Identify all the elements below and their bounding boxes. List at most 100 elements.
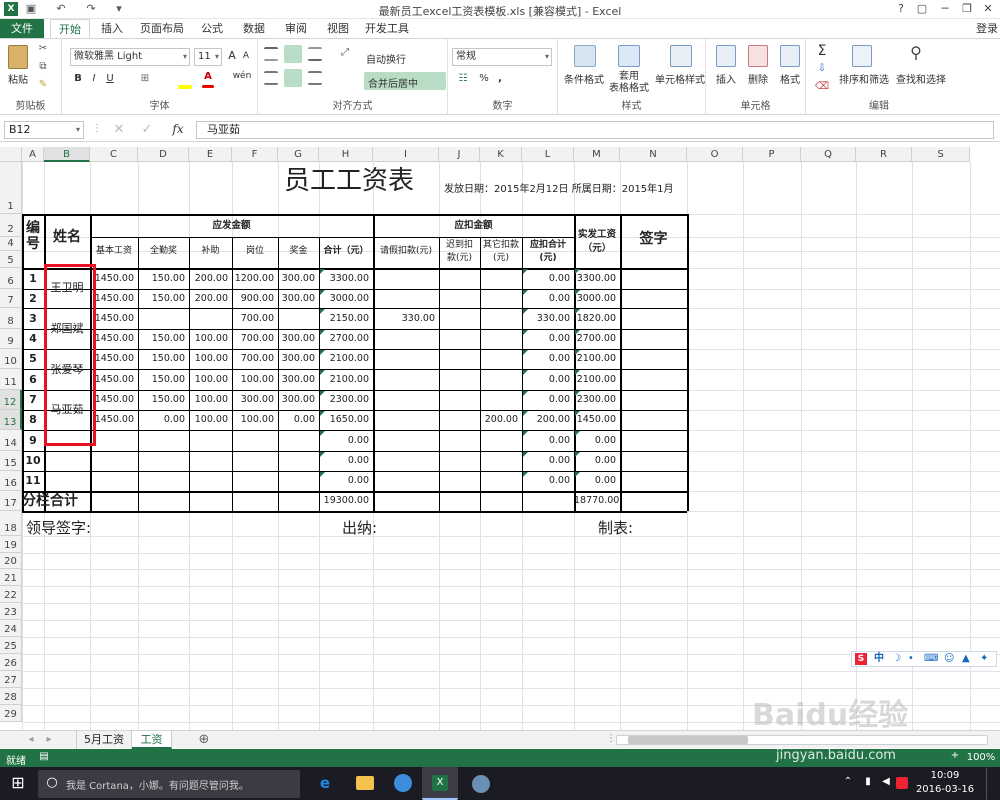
column-header-j[interactable]: J: [439, 147, 480, 162]
top-align-icon[interactable]: [264, 47, 278, 61]
cell-actual[interactable]: 3000.00: [574, 289, 620, 308]
tab-insert[interactable]: 插入: [94, 19, 130, 39]
cell-late[interactable]: [439, 268, 480, 289]
conditional-format-button[interactable]: 条件格式: [560, 71, 608, 86]
cell-full[interactable]: [138, 451, 189, 471]
cell-sub[interactable]: 100.00: [189, 329, 232, 349]
cell-base[interactable]: 1450.00: [90, 369, 138, 390]
windows-start-icon[interactable]: ⊞: [8, 773, 28, 792]
cell-bonus[interactable]: [278, 308, 319, 329]
align-center-icon[interactable]: [284, 69, 302, 87]
cell-post[interactable]: 900.00: [232, 289, 278, 308]
cell-full[interactable]: [138, 471, 189, 491]
cell-post[interactable]: 700.00: [232, 349, 278, 369]
cell-other[interactable]: [480, 349, 522, 369]
cell-actual[interactable]: 1820.00: [574, 308, 620, 329]
row-header-21[interactable]: 21: [0, 569, 22, 586]
tab-review[interactable]: 审阅: [278, 19, 314, 39]
row-header-19[interactable]: 19: [0, 536, 22, 553]
cell-full[interactable]: [138, 308, 189, 329]
row-header-15[interactable]: 15: [0, 451, 22, 471]
bottom-align-icon[interactable]: [308, 47, 322, 61]
cell-bonus[interactable]: 300.00: [278, 268, 319, 289]
cell-post[interactable]: [232, 451, 278, 471]
border-icon[interactable]: ⊞: [138, 73, 152, 84]
cell-other[interactable]: [480, 471, 522, 491]
file-explorer-icon[interactable]: [356, 776, 374, 790]
format-as-table-button[interactable]: 套用 表格格式: [604, 71, 654, 95]
column-header-l[interactable]: L: [522, 147, 574, 162]
row-header-8[interactable]: 8: [0, 308, 22, 329]
restore-button[interactable]: ❐: [956, 1, 978, 17]
row-header-17[interactable]: 17: [0, 491, 22, 511]
cell-other[interactable]: [480, 268, 522, 289]
ime-user-icon[interactable]: ☺: [944, 652, 954, 666]
scroll-left-icon[interactable]: ◂: [26, 734, 36, 745]
zoom-in-icon[interactable]: +: [950, 750, 960, 761]
row-header-23[interactable]: 23: [0, 603, 22, 620]
column-header-g[interactable]: G: [278, 147, 319, 162]
cell-ded[interactable]: 0.00: [522, 268, 574, 289]
paste-icon[interactable]: [8, 45, 28, 69]
delete-cells-button[interactable]: 删除: [740, 71, 776, 86]
column-header-f[interactable]: F: [232, 147, 278, 162]
cell-styles-button[interactable]: 单元格样式: [654, 71, 706, 86]
cell-full[interactable]: 150.00: [138, 369, 189, 390]
browser-icon[interactable]: [394, 774, 412, 792]
cell-other[interactable]: [480, 390, 522, 410]
cell-base[interactable]: 1450.00: [90, 289, 138, 308]
show-desktop-button[interactable]: [986, 767, 992, 800]
copy-icon[interactable]: ⧉: [36, 61, 50, 72]
cell-ded[interactable]: 0.00: [522, 289, 574, 308]
cell-leave[interactable]: [373, 349, 439, 369]
cell-bonus[interactable]: [278, 471, 319, 491]
cell-post[interactable]: 700.00: [232, 329, 278, 349]
confirm-entry-icon[interactable]: ✓: [140, 122, 154, 137]
wrap-text-button[interactable]: 自动换行: [366, 51, 436, 66]
cell-base[interactable]: 1450.00: [90, 410, 138, 430]
edge-icon[interactable]: e: [316, 774, 334, 792]
name-box[interactable]: B12 ▾: [4, 121, 84, 139]
ime-toolbar[interactable]: S 中 ☽ • ⌨ ☺ ▲ ✦: [851, 651, 997, 667]
cell-sub[interactable]: [189, 471, 232, 491]
cell-total[interactable]: 0.00: [319, 471, 373, 491]
cell-ded[interactable]: 0.00: [522, 390, 574, 410]
cell-total[interactable]: 0.00: [319, 430, 373, 451]
cell-sub[interactable]: [189, 451, 232, 471]
formula-input[interactable]: 马亚茹: [196, 121, 994, 139]
cell-leave[interactable]: [373, 289, 439, 308]
row-header-22[interactable]: 22: [0, 586, 22, 603]
cell-bonus[interactable]: 300.00: [278, 390, 319, 410]
volume-icon[interactable]: ◀: [880, 776, 892, 787]
ime-keyboard-icon[interactable]: ⌨: [924, 652, 938, 666]
cell-ded[interactable]: 0.00: [522, 451, 574, 471]
cell-other[interactable]: 200.00: [480, 410, 522, 430]
app-icon[interactable]: [472, 775, 490, 793]
cell-other[interactable]: [480, 289, 522, 308]
tab-developer[interactable]: 开发工具: [362, 19, 412, 39]
insert-cells-icon[interactable]: [716, 45, 736, 67]
ime-moon-icon[interactable]: ☽: [892, 652, 901, 666]
cell-full[interactable]: 150.00: [138, 390, 189, 410]
cell-sub[interactable]: 100.00: [189, 349, 232, 369]
sort-filter-icon[interactable]: [852, 45, 872, 67]
conditional-format-icon[interactable]: [574, 45, 596, 67]
cell-sub[interactable]: [189, 430, 232, 451]
help-button[interactable]: ?: [890, 1, 912, 17]
cell-other[interactable]: [480, 451, 522, 471]
ribbon-display-options-icon[interactable]: ▢: [911, 1, 933, 17]
clock-time[interactable]: 10:09: [912, 770, 978, 781]
cell-actual[interactable]: 2100.00: [574, 349, 620, 369]
cell-late[interactable]: [439, 451, 480, 471]
cell-late[interactable]: [439, 369, 480, 390]
cell-full[interactable]: 150.00: [138, 329, 189, 349]
cell-late[interactable]: [439, 289, 480, 308]
comma-button[interactable]: ,: [494, 73, 506, 84]
cell-sub[interactable]: 200.00: [189, 289, 232, 308]
select-all-corner[interactable]: [0, 147, 22, 162]
cell-full[interactable]: 150.00: [138, 268, 189, 289]
format-cells-icon[interactable]: [780, 45, 800, 67]
cell-bonus[interactable]: [278, 451, 319, 471]
cell-late[interactable]: [439, 329, 480, 349]
cell-ded[interactable]: 0.00: [522, 369, 574, 390]
